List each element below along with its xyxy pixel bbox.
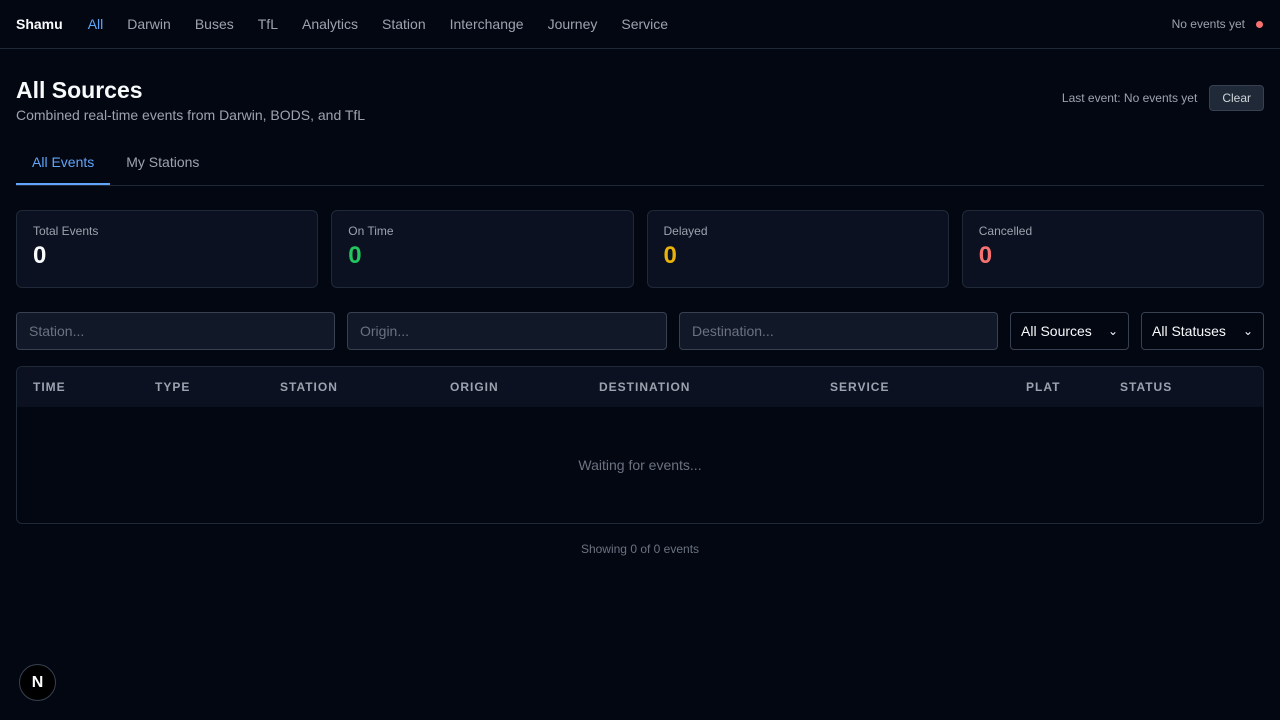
table-empty-state: Waiting for events... [578, 457, 702, 473]
stat-value: 0 [33, 242, 47, 269]
tab-my-stations[interactable]: My Stations [110, 147, 215, 185]
clear-button[interactable]: Clear [1209, 85, 1264, 111]
chevron-down-icon: ⌄ [1242, 324, 1253, 338]
status-select-value: All Statuses [1152, 323, 1226, 339]
stat-label: Total Events [33, 224, 99, 238]
stat-label: On Time [348, 224, 394, 238]
station-filter-input[interactable] [16, 312, 335, 350]
nav-links: All Darwin Buses TfL Analytics Station I… [88, 16, 692, 32]
column-header-type[interactable]: Type [139, 380, 264, 394]
stat-card-cancelled: Cancelled 0 [961, 210, 1264, 288]
events-count: Showing 0 of 0 events [580, 542, 700, 556]
nav-link-service[interactable]: Service [621, 16, 668, 32]
page-title: All Sources [16, 77, 143, 103]
stat-value: 0 [348, 242, 362, 269]
stat-value: 0 [978, 242, 993, 269]
stat-card-on-time: On Time 0 [331, 210, 634, 288]
header-left: All Sources Combined real-time events fr… [16, 77, 365, 123]
stat-value: 0 [663, 242, 677, 269]
brand-logo[interactable]: Shamu [16, 16, 63, 32]
last-event-text: Last event: No events yet [1061, 91, 1198, 105]
top-nav: Shamu All Darwin Buses TfL Analytics Sta… [0, 0, 1280, 49]
nav-link-all[interactable]: All [88, 16, 104, 32]
connection-status-text: No events yet [1171, 17, 1245, 31]
stat-cards: Total Events 0 On Time 0 Delayed 0 Cance… [16, 210, 1264, 288]
table-header: Time Type Station Origin Destination Ser… [17, 367, 1263, 407]
status-dot-icon [1256, 20, 1263, 28]
tab-all-events[interactable]: All Events [16, 147, 111, 185]
nav-link-buses[interactable]: Buses [195, 16, 234, 32]
column-header-destination[interactable]: Destination [583, 380, 814, 394]
stat-label: Cancelled [978, 224, 1033, 238]
column-header-status[interactable]: Status [1104, 380, 1263, 394]
column-header-station[interactable]: Station [264, 380, 434, 394]
events-table: Time Type Station Origin Destination Ser… [16, 366, 1264, 524]
origin-filter-input[interactable] [347, 312, 667, 350]
nav-link-tfl[interactable]: TfL [258, 16, 278, 32]
nav-link-darwin[interactable]: Darwin [127, 16, 171, 32]
status-select[interactable]: All Statuses ⌄ [1141, 312, 1264, 350]
header-right: Last event: No events yet Clear [1062, 85, 1264, 111]
column-header-time[interactable]: Time [17, 380, 139, 394]
stat-card-delayed: Delayed 0 [646, 210, 949, 288]
nav-link-interchange[interactable]: Interchange [450, 16, 524, 32]
tab-bar: All Events My Stations [16, 147, 1264, 186]
column-header-plat[interactable]: Plat [1010, 380, 1104, 394]
stat-label: Delayed [663, 224, 708, 238]
page-subtitle: Combined real-time events from Darwin, B… [16, 107, 366, 123]
source-select[interactable]: All Sources ⌄ [1010, 312, 1129, 350]
column-header-service[interactable]: Service [814, 380, 1010, 394]
nav-link-station[interactable]: Station [382, 16, 426, 32]
source-select-value: All Sources [1021, 323, 1092, 339]
connection-status: No events yet [1172, 17, 1264, 31]
filter-bar: All Sources ⌄ All Statuses ⌄ [16, 312, 1264, 350]
page-header: All Sources Combined real-time events fr… [0, 49, 1280, 123]
stat-card-total: Total Events 0 [16, 210, 319, 288]
nextjs-icon[interactable]: N [19, 664, 56, 701]
nav-link-analytics[interactable]: Analytics [302, 16, 358, 32]
nav-link-journey[interactable]: Journey [548, 16, 598, 32]
chevron-down-icon: ⌄ [1107, 324, 1118, 338]
column-header-origin[interactable]: Origin [434, 380, 583, 394]
destination-filter-input[interactable] [679, 312, 998, 350]
